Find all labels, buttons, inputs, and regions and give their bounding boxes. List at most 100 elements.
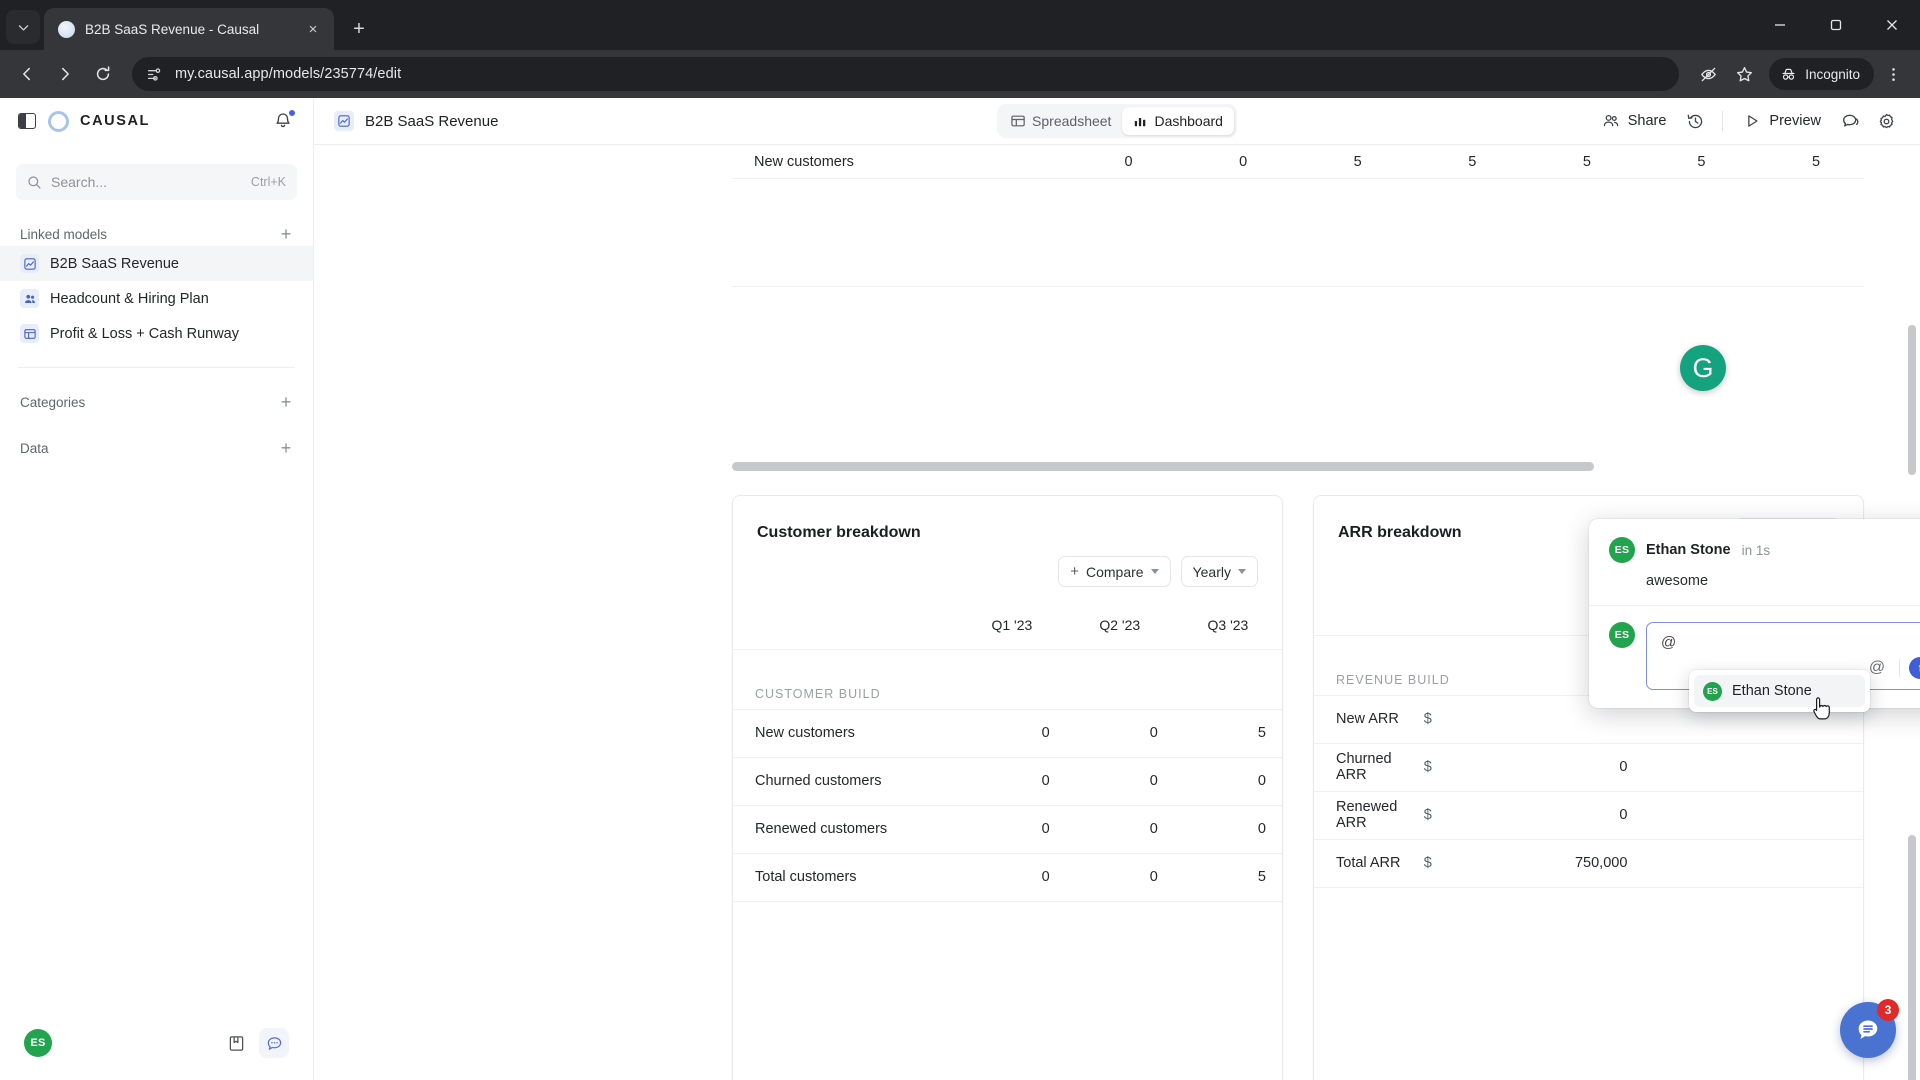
table-row[interactable]: Renewed ARR $ 0 [1314,791,1863,840]
close-window-icon[interactable] [1864,0,1920,50]
support-chat-icon[interactable] [259,1028,289,1058]
minimize-icon[interactable] [1752,0,1808,50]
row-label: New customers [754,153,854,170]
avatar[interactable]: ES [24,1029,52,1057]
tab-spreadsheet[interactable]: Spreadsheet [1000,107,1122,135]
model-title[interactable]: B2B SaaS Revenue [334,111,498,131]
browser-menu-icon[interactable] [1876,57,1910,91]
sidebar-header: CAUSAL [0,98,313,144]
linked-models-header: Linked models + [0,222,313,246]
chevron-down-icon [1238,569,1246,574]
cell-value[interactable]: 0 [958,853,1066,902]
back-icon[interactable] [10,57,44,91]
compare-button[interactable]: + Compare [1058,556,1171,587]
search-input[interactable]: Search... Ctrl+K [16,164,297,200]
toggle-sidebar-icon[interactable] [18,113,36,129]
cell-value[interactable]: 0 [1065,709,1174,758]
comment-popover: ES Ethan Stone in 1s awesome ES @ @ ↑ ES… [1589,519,1920,712]
sidebar-item-label: Profit & Loss + Cash Runway [50,325,239,342]
preview-button[interactable]: Preview [1734,105,1830,137]
bookmark-star-icon[interactable] [1727,57,1761,91]
add-linked-model-button[interactable]: + [277,225,295,243]
sidebar-section-categories: Categories + [0,390,313,414]
cell-value[interactable]: 0 [1065,757,1174,806]
maximize-icon[interactable] [1808,0,1864,50]
brand-logo[interactable]: CAUSAL [48,110,150,132]
support-chat-widget[interactable]: 3 [1840,999,1899,1058]
sidebar-item-b2b-saas-revenue[interactable]: B2B SaaS Revenue [0,246,313,281]
table-row[interactable]: Churned customers 0 0 0 [733,757,1282,806]
browser-tab-strip: B2B SaaS Revenue - Causal × + [0,0,1920,50]
cell-value[interactable]: 750,000 [1456,839,1644,888]
sidebar-item-label: Headcount & Hiring Plan [50,290,209,307]
gear-icon[interactable] [1870,105,1902,137]
toolbar-right: Incognito [1691,57,1910,91]
people-icon [20,289,39,308]
cell-value[interactable]: 5 [1749,154,1864,170]
cell-value[interactable]: 0 [958,805,1066,854]
cell-value[interactable]: 0 [1065,853,1174,902]
card-customer-breakdown: Customer breakdown + Compare Yearly Q1 '… [732,495,1283,1080]
cell-value[interactable]: 0 [1456,743,1644,792]
share-button[interactable]: Share [1593,105,1676,137]
row-label: Total ARR [1314,839,1424,888]
tab-dashboard[interactable]: Dashboard [1122,107,1234,135]
mention-option-ethan-stone[interactable]: ES Ethan Stone [1694,675,1865,707]
comments-icon[interactable] [1834,105,1866,137]
section-title: Linked models [20,226,108,242]
table-row[interactable]: New customers 0 0 5 5 5 5 5 [732,145,1864,179]
incognito-indicator[interactable]: Incognito [1769,58,1874,90]
group-label: CUSTOMER BUILD [755,686,881,701]
tab-search-chevron-icon[interactable] [6,10,40,44]
cell-value[interactable]: 0 [1173,805,1282,854]
table-row[interactable]: Total ARR $ 750,000 [1314,839,1863,888]
browser-tab[interactable]: B2B SaaS Revenue - Causal × [44,8,334,50]
send-comment-button[interactable]: ↑ [1909,657,1920,679]
comment-input[interactable]: @ @ ↑ ES Ethan Stone [1646,622,1920,712]
cell-value[interactable]: 0 [1062,154,1177,170]
cell-value[interactable]: 5 [1173,709,1282,758]
notifications-bell-icon[interactable] [273,109,296,132]
sidebar-item-profit-loss-cash-runway[interactable]: Profit & Loss + Cash Runway [0,316,313,351]
cell-value[interactable]: 0 [1065,805,1174,854]
cell-value[interactable]: 0 [1173,757,1282,806]
table-row[interactable]: Renewed customers 0 0 0 [733,805,1282,854]
row-label: Renewed ARR [1314,791,1424,840]
vertical-scrollbar-lower[interactable] [1908,835,1916,1080]
docs-book-icon[interactable] [221,1028,251,1058]
table-row[interactable]: Churned ARR $ 0 [1314,743,1863,792]
period-selector[interactable]: Yearly [1180,556,1258,587]
cell-value[interactable]: 5 [1635,154,1750,170]
data-header[interactable]: Data + [0,436,313,460]
table-row[interactable]: Total customers 0 0 5 [733,853,1282,902]
categories-header[interactable]: Categories + [0,390,313,414]
table-row[interactable]: New customers 0 0 5 [733,709,1282,758]
customer-breakdown-table: Q1 '23 Q2 '23 Q3 '23 CUSTOMER BUILD New … [733,601,1282,902]
grammarly-icon[interactable]: G [1680,345,1726,391]
sidebar-footer-actions [221,1028,289,1058]
forward-icon[interactable] [48,57,82,91]
browser-window: B2B SaaS Revenue - Causal × + my.causal.… [0,0,1920,1080]
sidebar-item-headcount-hiring-plan[interactable]: Headcount & Hiring Plan [0,281,313,316]
cell-value[interactable]: 5 [1406,154,1521,170]
tab-label: Dashboard [1154,113,1223,129]
cell-value[interactable]: 0 [1177,154,1292,170]
site-permissions-icon[interactable] [146,66,163,83]
address-bar[interactable]: my.causal.app/models/235774/edit [132,57,1680,91]
cell-value[interactable]: 0 [958,757,1066,806]
new-tab-button[interactable]: + [342,12,376,46]
comment-composer-row: ES @ @ ↑ ES Ethan Stone [1589,606,1920,712]
add-category-button[interactable]: + [277,393,295,411]
hide-password-icon[interactable] [1691,57,1725,91]
close-icon[interactable]: × [302,18,324,40]
cell-value[interactable]: 0 [1456,791,1644,840]
cell-value[interactable]: 5 [1291,154,1406,170]
cell-value[interactable]: 5 [1173,853,1282,902]
history-icon[interactable] [1679,105,1711,137]
cell-value[interactable]: 5 [1520,154,1635,170]
reload-icon[interactable] [86,57,120,91]
add-data-button[interactable]: + [277,439,295,457]
vertical-scrollbar[interactable] [1908,325,1916,475]
horizontal-scrollbar-top[interactable] [732,462,1594,471]
cell-value[interactable]: 0 [958,709,1066,758]
